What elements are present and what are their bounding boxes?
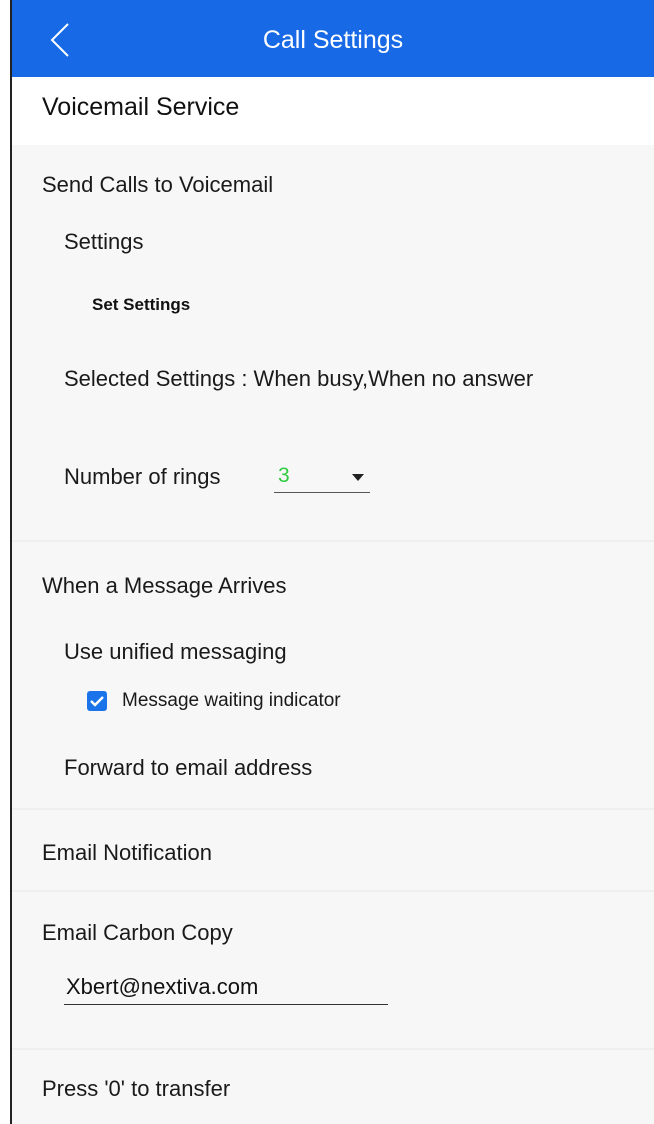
divider: [12, 540, 654, 542]
app-bar: Call Settings: [12, 0, 654, 77]
mwi-checkbox[interactable]: [87, 691, 107, 711]
email-cc-heading: Email Carbon Copy: [42, 920, 233, 945]
section-title: Voicemail Service: [42, 93, 240, 121]
mwi-label: Message waiting indicator: [122, 690, 341, 711]
divider: [12, 1048, 654, 1050]
selected-settings-text: Selected Settings : When busy,When no an…: [64, 366, 534, 391]
rings-value: 3: [278, 464, 290, 487]
email-cc-field[interactable]: Xbert@nextiva.com: [64, 972, 388, 1005]
settings-screen: Call Settings Voicemail Service Send Cal…: [10, 0, 654, 1124]
divider: [12, 808, 654, 810]
rings-dropdown[interactable]: 3: [274, 464, 370, 493]
divider: [12, 890, 654, 892]
email-notification-heading[interactable]: Email Notification: [42, 840, 212, 866]
message-arrives-heading: When a Message Arrives: [42, 573, 287, 598]
settings-label: Settings: [64, 229, 144, 254]
send-calls-heading: Send Calls to Voicemail: [42, 172, 274, 197]
section-header: Voicemail Service: [12, 77, 654, 145]
rings-label: Number of rings: [64, 464, 221, 489]
email-cc-value: Xbert@nextiva.com: [66, 974, 259, 999]
check-icon: [90, 696, 104, 707]
forward-email-label[interactable]: Forward to email address: [64, 755, 312, 781]
set-settings-link[interactable]: Set Settings: [92, 295, 190, 315]
page-title: Call Settings: [262, 26, 404, 54]
transfer-heading[interactable]: Press '0' to transfer: [42, 1076, 230, 1102]
caret-down-icon: [352, 474, 364, 481]
unified-messaging-label: Use unified messaging: [64, 639, 287, 664]
